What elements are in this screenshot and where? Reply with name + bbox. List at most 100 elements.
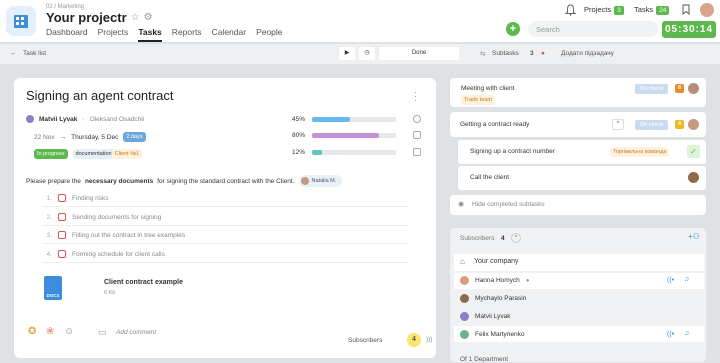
more-menu-icon[interactable]: · · · bbox=[414, 88, 417, 105]
member-item[interactable]: Matvii Lyvak bbox=[460, 312, 511, 321]
member-item[interactable]: Mychaylo Parasin bbox=[460, 294, 526, 303]
subtask-title[interactable]: Getting a contract ready bbox=[460, 121, 529, 128]
tasks-counter[interactable]: Tasks 24 bbox=[634, 5, 670, 15]
mention-chip[interactable]: Natalia M. bbox=[298, 175, 343, 187]
project-logo[interactable] bbox=[6, 6, 36, 36]
tag-client[interactable]: Client №1 bbox=[111, 149, 143, 159]
member-item[interactable]: Hanna Homych ● bbox=[460, 276, 529, 285]
checkbox[interactable] bbox=[58, 194, 66, 202]
member-item[interactable]: Felix Martynenko bbox=[460, 330, 525, 339]
checklist-item[interactable]: 1. Finding risks bbox=[42, 190, 408, 207]
hide-completed-row[interactable]: ◉ Hide completed subtasks bbox=[450, 195, 706, 215]
subtasks-icon: ⇆ bbox=[480, 51, 486, 58]
tag-documentation[interactable]: documentation bbox=[72, 149, 115, 159]
hide-completed-link[interactable]: Hide completed subtasks bbox=[472, 201, 545, 208]
checklist-item[interactable]: 2. Sending documents for signing bbox=[42, 209, 408, 226]
checklist-item[interactable]: 4. Forming schedule for client calls bbox=[42, 246, 408, 263]
rss-icon[interactable]: ))) bbox=[426, 336, 433, 343]
timer-display[interactable]: 05:30:14 bbox=[662, 21, 716, 38]
dates-row: 22 Nov → Thursday, 5 Dec 2 days bbox=[34, 132, 146, 142]
owner-name[interactable]: Oleksand Osadchii bbox=[90, 116, 145, 123]
add-button[interactable]: + bbox=[506, 22, 520, 36]
status-badge[interactable]: In progress bbox=[34, 149, 68, 159]
projects-counter[interactable]: Projects 3 bbox=[584, 5, 624, 15]
nested-subtask[interactable]: Signing up a contract number Торгівельна… bbox=[458, 140, 706, 164]
tag-trade-team-ua[interactable]: Торгівельна команда bbox=[610, 147, 670, 157]
assignee-avatar[interactable] bbox=[688, 83, 699, 94]
search-input[interactable]: Search bbox=[528, 21, 658, 37]
medal-icon[interactable]: ✪ bbox=[28, 326, 36, 337]
checkbox[interactable] bbox=[58, 213, 66, 221]
emoji-icon[interactable]: ☺ bbox=[64, 326, 74, 337]
tab-people[interactable]: People bbox=[256, 27, 282, 42]
checklist-item[interactable]: 3. Filling out the contract in tree examp… bbox=[42, 227, 408, 244]
tab-projects[interactable]: Projects bbox=[98, 27, 129, 42]
task-list-link[interactable]: Task list bbox=[23, 50, 46, 57]
add-comment-input[interactable]: Add comment bbox=[116, 329, 156, 336]
handshake-icon[interactable]: ❀ bbox=[46, 326, 54, 337]
item-text: Sending documents for signing bbox=[72, 213, 162, 221]
assignee-avatar[interactable] bbox=[688, 119, 699, 130]
bell-icon[interactable]: ♫ bbox=[684, 330, 689, 337]
add-user-icon[interactable]: +⚇ bbox=[688, 232, 700, 241]
progress-bar bbox=[312, 117, 396, 122]
assignee-avatar[interactable] bbox=[688, 172, 699, 183]
file-name[interactable]: Client contract example bbox=[104, 279, 183, 286]
subtask-title[interactable]: Meeting with client bbox=[461, 85, 514, 92]
progress-fill bbox=[312, 133, 380, 138]
tab-reports[interactable]: Reports bbox=[172, 27, 202, 42]
assignee-name[interactable]: Matvii Lyvak bbox=[39, 116, 77, 123]
member-avatar bbox=[460, 312, 469, 321]
bell-icon[interactable] bbox=[564, 4, 577, 18]
desc-bold: necessary documents bbox=[84, 177, 154, 185]
bell-icon[interactable]: ♫ bbox=[684, 276, 689, 283]
subtask-card[interactable]: Meeting with client Trade team On check … bbox=[450, 78, 706, 107]
status-badge[interactable]: On check bbox=[635, 84, 669, 94]
back-arrow-icon[interactable]: ← bbox=[10, 50, 17, 57]
subtask-title[interactable]: Call the client bbox=[470, 174, 509, 181]
project-title: Your projectr bbox=[46, 10, 127, 25]
rss-icon[interactable]: ((• bbox=[667, 277, 674, 284]
subtask-title[interactable]: Signing up a contract number bbox=[470, 148, 555, 155]
date-to[interactable]: Thursday, 5 Dec bbox=[71, 134, 118, 141]
member-avatar bbox=[460, 276, 469, 285]
tab-tasks[interactable]: Tasks bbox=[138, 27, 162, 42]
bookmark-small-icon[interactable] bbox=[413, 131, 421, 139]
item-number: 4. bbox=[46, 250, 52, 258]
subscribers-count-badge[interactable]: 4 bbox=[407, 333, 421, 347]
status-badge[interactable]: On check bbox=[635, 120, 669, 130]
star-icon[interactable]: ☆ bbox=[131, 12, 140, 23]
check-icon[interactable]: ✓ bbox=[687, 145, 700, 158]
checkbox[interactable] bbox=[58, 250, 66, 258]
tab-calendar[interactable]: Calendar bbox=[212, 27, 247, 42]
item-number: 3. bbox=[46, 231, 52, 239]
tag-trade-team[interactable]: Trade team bbox=[461, 95, 495, 105]
bookmark-small-icon[interactable] bbox=[413, 148, 421, 156]
add-subtask-link[interactable]: Додати підзадачу bbox=[561, 50, 614, 57]
tasks-label: Tasks bbox=[634, 5, 654, 14]
assignee-row: Matvii Lyvak ‹ Oleksand Osadchii bbox=[26, 115, 144, 123]
user-avatar[interactable] bbox=[700, 3, 714, 17]
done-button[interactable]: Done bbox=[379, 47, 459, 60]
task-title[interactable]: Signing an agent contract bbox=[26, 88, 173, 103]
priority-badge: 8 bbox=[675, 84, 684, 93]
nested-subtask[interactable]: Call the client bbox=[458, 166, 706, 190]
tab-dashboard[interactable]: Dashboard bbox=[46, 27, 88, 42]
task-description: Please prepare the necessary documents f… bbox=[26, 175, 343, 187]
bookmark-icon[interactable] bbox=[682, 4, 690, 17]
check-circle-icon[interactable] bbox=[413, 115, 421, 123]
subtask-card[interactable]: Getting a contract ready ^ On check 4 bbox=[450, 112, 706, 137]
rss-icon[interactable]: ((• bbox=[667, 331, 674, 338]
date-from[interactable]: 22 Nov bbox=[34, 134, 55, 141]
chevron-up-icon[interactable]: ^ bbox=[612, 119, 624, 130]
chevron-up-icon[interactable]: ^ bbox=[511, 233, 521, 243]
member-avatar bbox=[460, 294, 469, 303]
play-button[interactable]: ▶ bbox=[339, 47, 355, 60]
company-header[interactable]: ⌂ Your company bbox=[454, 254, 704, 271]
checkbox[interactable] bbox=[58, 231, 66, 239]
attachment[interactable]: DOCX Client contract example 6 Kb bbox=[42, 274, 408, 306]
task-card: Signing an agent contract · · · Matvii Lyv… bbox=[14, 78, 436, 358]
clock-button[interactable]: ◷ bbox=[359, 47, 375, 60]
gear-icon[interactable]: ⚙ bbox=[144, 12, 153, 23]
home-icon: ⌂ bbox=[460, 257, 465, 266]
